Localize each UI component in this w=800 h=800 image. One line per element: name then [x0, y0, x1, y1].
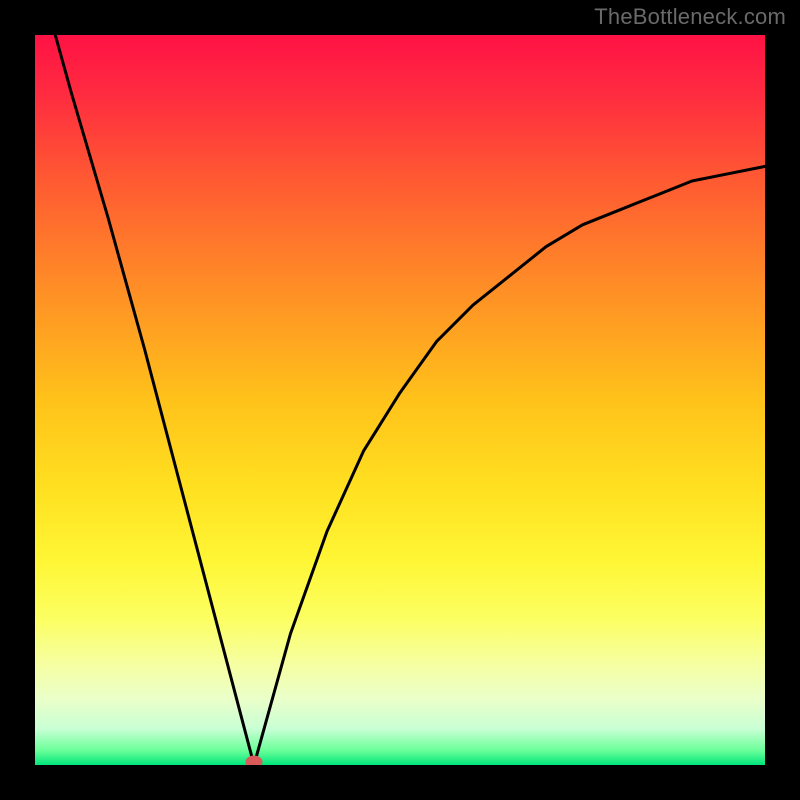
curve-svg: [35, 35, 765, 765]
bottleneck-curve: [35, 35, 765, 765]
optimal-point-marker: [246, 756, 262, 765]
plot-area: [35, 35, 765, 765]
watermark-text: TheBottleneck.com: [594, 4, 786, 30]
chart-frame: TheBottleneck.com: [0, 0, 800, 800]
